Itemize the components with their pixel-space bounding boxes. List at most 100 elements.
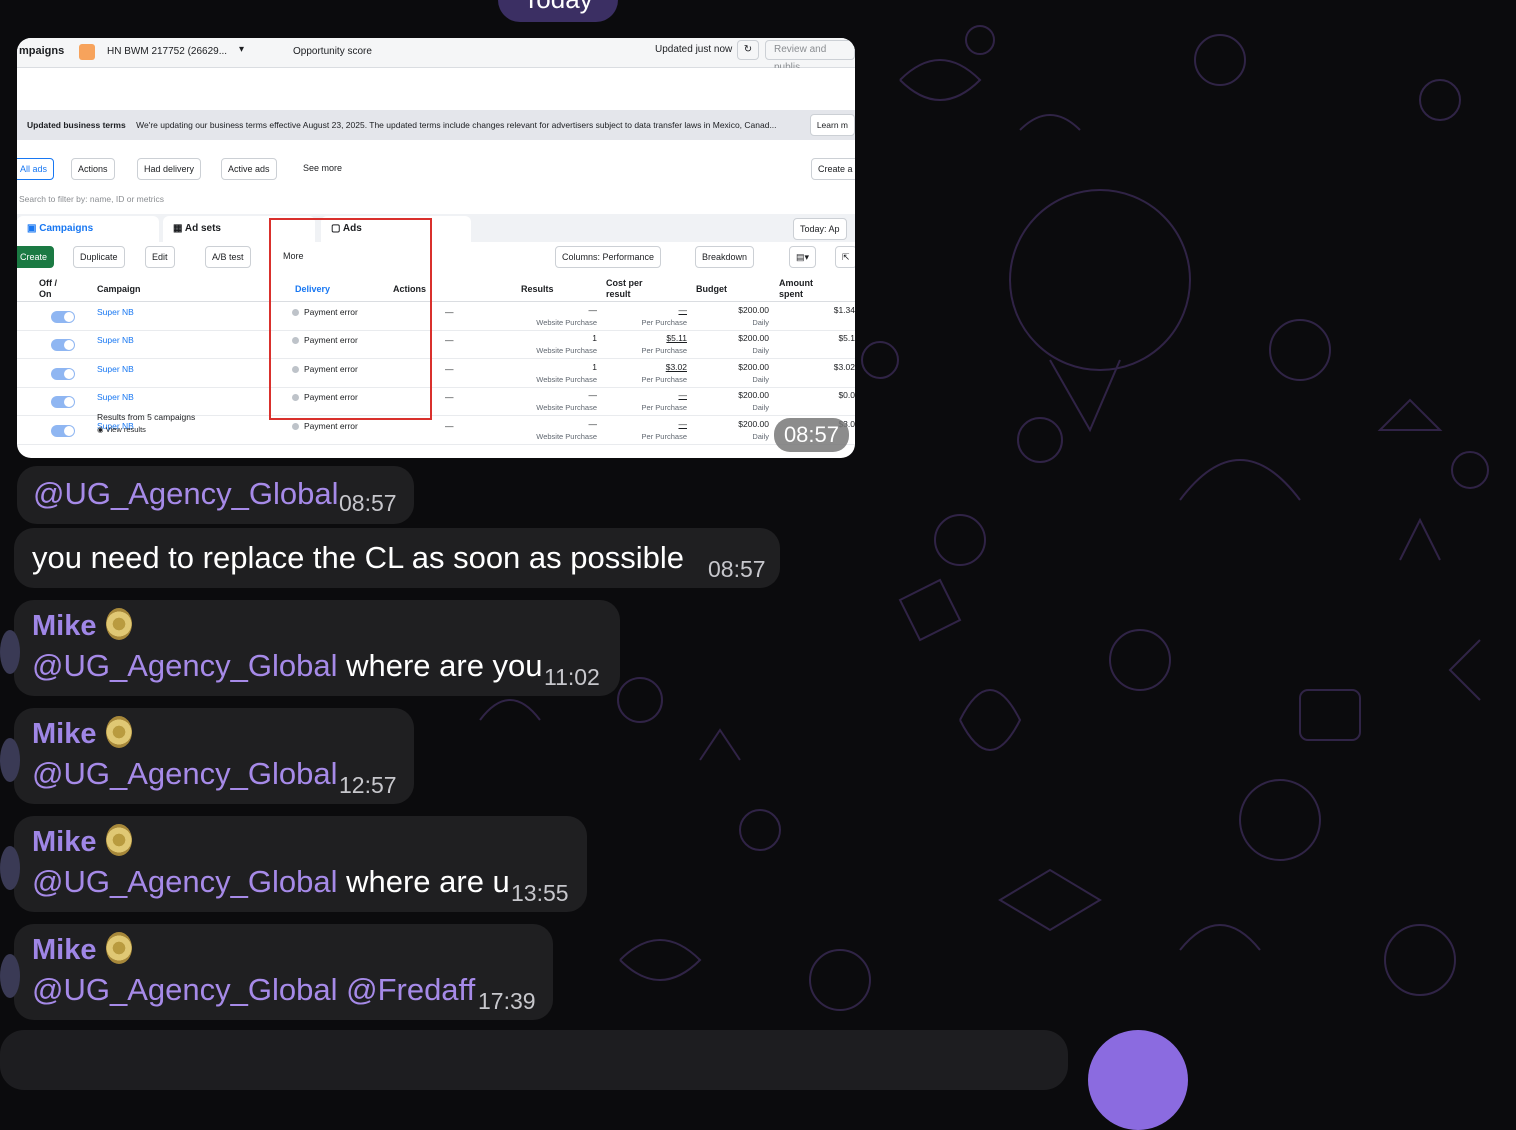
mention-link[interactable]: @Fredaff — [346, 972, 475, 1007]
message-composer[interactable] — [0, 1030, 1068, 1090]
campaign-name-link[interactable]: Super NB — [97, 392, 134, 402]
col-amount-spent[interactable]: Amount spent — [779, 278, 819, 300]
learn-more-button[interactable]: Learn m — [809, 114, 855, 136]
author-name[interactable]: Mike — [32, 932, 133, 967]
opportunity-score[interactable]: Opportunity score — [293, 46, 372, 57]
level-tabs: ▣ Campaigns ▦ Ad sets ▢ Ads Today: Ap — [17, 214, 855, 242]
message-bubble[interactable]: @UG_Agency_Global 08:57 — [17, 466, 414, 524]
reports-icon[interactable]: ▤▾ — [789, 246, 817, 268]
col-results[interactable]: Results — [521, 284, 554, 295]
avatar[interactable] — [0, 630, 20, 674]
col-campaign[interactable]: Campaign — [97, 284, 141, 295]
results-value: 1 — [592, 333, 597, 344]
message-bubble[interactable]: Mike @UG_Agency_Global @Fredaff 17:39 — [0, 924, 553, 1020]
results-value: — — [588, 305, 598, 315]
col-off-on[interactable]: Off / On — [39, 278, 69, 300]
results-value: — — [588, 418, 598, 429]
results-value: — — [588, 390, 598, 401]
avatar[interactable] — [0, 846, 20, 890]
filter-tabs: All ads Actions Had delivery Active ads … — [17, 154, 855, 184]
amount-spent-value: $0.0 — [838, 390, 855, 401]
avatar[interactable] — [0, 954, 20, 998]
send-button[interactable] — [1088, 1030, 1188, 1130]
ads-manager-topbar: mpaigns HN BWM 217752 (26629... ▾ Opport… — [17, 38, 855, 73]
table-row[interactable]: Super NB Payment error —1 Website Purchase $… — [17, 331, 855, 360]
updated-status: Updated just now — [655, 44, 733, 55]
duplicate-button[interactable]: Duplicate — [73, 246, 125, 268]
avatar[interactable] — [0, 738, 20, 782]
tab-had-delivery[interactable]: Had delivery — [137, 158, 202, 180]
tab-see-more[interactable]: See more — [297, 158, 349, 180]
results-label: Website Purchase — [536, 346, 597, 356]
export-icon[interactable]: ⇱ — [835, 246, 855, 268]
on-off-toggle[interactable] — [51, 339, 75, 352]
author-name[interactable]: Mike — [32, 608, 133, 643]
message-bubble[interactable]: Mike @UG_Agency_Global where are you 11:… — [0, 600, 620, 696]
ab-test-button[interactable]: A/B test — [205, 246, 251, 268]
cost-per-result-label: Per Purchase — [641, 374, 687, 384]
coin-emoji-icon — [106, 716, 133, 749]
ad-sets-icon: ▦ — [173, 223, 185, 234]
banner-text: We're updating our business terms effect… — [136, 120, 777, 130]
mention-link[interactable]: @UG_Agency_Global — [33, 476, 338, 512]
mention-link[interactable]: @UG_Agency_Global — [32, 756, 337, 792]
col-budget[interactable]: Budget — [696, 284, 727, 295]
account-selector[interactable]: HN BWM 217752 (26629... — [107, 46, 227, 57]
results-label: Website Purchase — [536, 374, 597, 384]
cost-per-result-label: Per Purchase — [641, 403, 687, 413]
table-row[interactable]: Super NB Payment error —1 Website Purchase $… — [17, 360, 855, 388]
tab-active-ads[interactable]: Active ads — [221, 158, 277, 180]
view-results-link[interactable]: ◉ View results — [97, 425, 195, 434]
table-row[interactable]: Super NB Payment error — — Website Purchase —… — [17, 303, 855, 331]
screenshot-message[interactable]: mpaigns HN BWM 217752 (26629... ▾ Opport… — [17, 38, 855, 458]
search-input[interactable]: Search to filter by: name, ID or metrics — [17, 188, 855, 210]
coin-emoji-icon — [106, 932, 133, 965]
budget-value: $200.00 — [738, 390, 769, 401]
on-off-toggle[interactable] — [51, 424, 75, 437]
breakdown-button[interactable]: Breakdown — [695, 246, 755, 268]
tab-actions[interactable]: Actions — [71, 158, 115, 180]
results-label: Website Purchase — [536, 403, 597, 413]
message-bubble[interactable]: you need to replace the CL as soon as po… — [14, 528, 780, 588]
cost-per-result-value: $5.11 — [666, 333, 687, 344]
coin-emoji-icon — [106, 824, 133, 857]
mention-link[interactable]: @UG_Agency_Global — [32, 864, 337, 899]
date-range-button[interactable]: Today: Ap — [793, 218, 847, 240]
tab-campaigns[interactable]: ▣ Campaigns — [17, 216, 159, 242]
business-terms-banner: Updated business terms We're updating ou… — [17, 110, 855, 140]
campaign-name-link[interactable]: Super NB — [97, 335, 134, 345]
edit-button[interactable]: Edit — [145, 246, 175, 268]
budget-label: Daily — [752, 346, 769, 356]
message-time: 12:57 — [339, 772, 397, 798]
author-name[interactable]: Mike — [32, 824, 133, 859]
amount-spent-value: $3.02 — [833, 361, 855, 372]
mention-link[interactable]: @UG_Agency_Global — [32, 648, 337, 683]
message-text-line: @UG_Agency_Global @Fredaff — [32, 972, 475, 1008]
amount-spent-value: $5.1 — [838, 333, 855, 344]
campaign-name-link[interactable]: Super NB — [97, 307, 134, 317]
author-name[interactable]: Mike — [32, 716, 133, 751]
message-bubble[interactable]: Mike @UG_Agency_Global where are u 13:55 — [0, 816, 587, 912]
results-label: Website Purchase — [536, 318, 597, 327]
cost-per-result-value: — — [678, 305, 688, 315]
actions-value: — — [445, 335, 454, 346]
refresh-icon[interactable]: ↻ — [737, 40, 759, 60]
results-label: Website Purchase — [536, 431, 597, 441]
message-bubble[interactable]: Mike @UG_Agency_Global 12:57 — [0, 708, 414, 804]
campaign-name-link[interactable]: Super NB — [97, 364, 134, 374]
col-cost-per-result[interactable]: Cost per result — [606, 278, 656, 300]
banner-label: Updated business terms — [27, 120, 126, 130]
on-off-toggle[interactable] — [51, 367, 75, 380]
create-button[interactable]: Create — [17, 246, 55, 268]
actions-value: — — [445, 420, 454, 431]
columns-button[interactable]: Columns: Performance — [555, 246, 662, 268]
mention-link[interactable]: @UG_Agency_Global — [32, 972, 337, 1007]
budget-value: $200.00 — [738, 361, 769, 372]
message-time: 17:39 — [478, 988, 536, 1014]
on-off-toggle[interactable] — [51, 311, 75, 323]
message-text: where are you — [346, 648, 543, 683]
tab-all-ads[interactable]: All ads — [17, 158, 55, 180]
on-off-toggle[interactable] — [51, 396, 75, 409]
review-publish-button[interactable]: Review and publis — [765, 40, 855, 73]
create-all-button[interactable]: Create a — [811, 158, 855, 180]
